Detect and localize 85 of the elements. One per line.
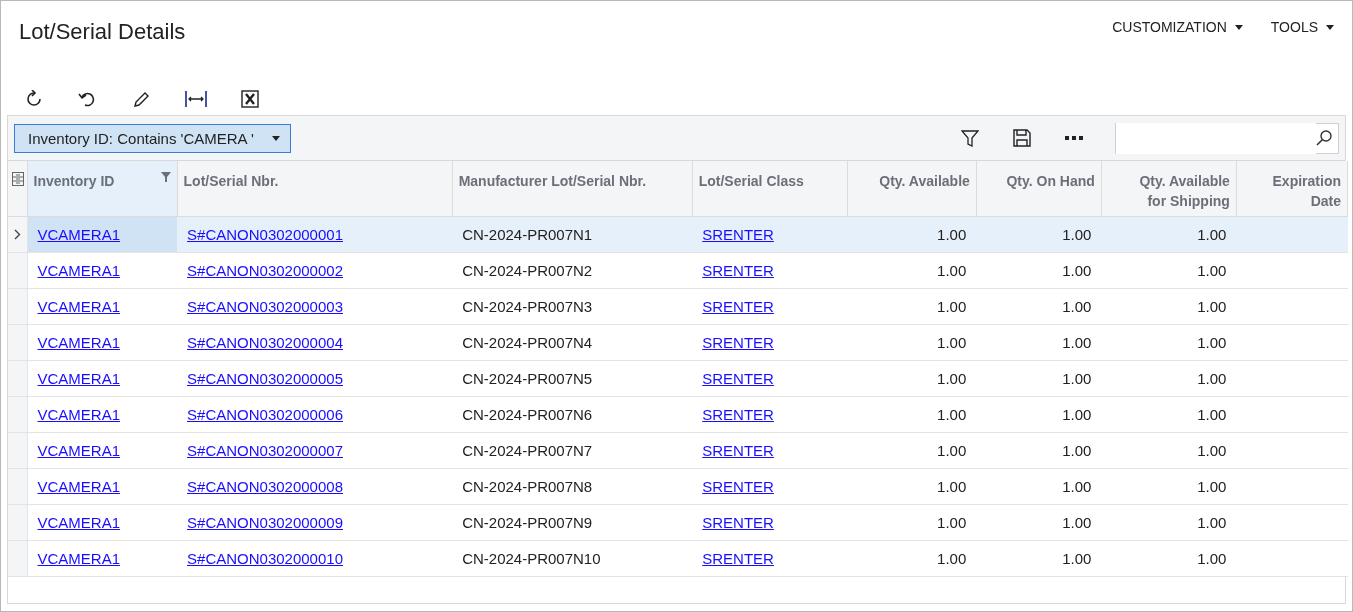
table-link[interactable]: VCAMERA1 (37, 333, 121, 351)
table-link[interactable]: SRENTER (702, 441, 774, 459)
table-link[interactable]: S#CANON0302000006 (187, 405, 343, 423)
caret-icon (1326, 24, 1334, 30)
column-header[interactable]: Lot/Serial Nbr. (183, 171, 279, 191)
table-cell: 1.00 (1101, 288, 1237, 324)
table-cell: 1.00 (1101, 360, 1237, 396)
table-link[interactable]: VCAMERA1 (37, 369, 121, 387)
table-link[interactable]: SRENTER (702, 261, 774, 279)
table-cell: 1.00 (976, 540, 1102, 576)
filter-icon[interactable] (961, 129, 979, 147)
table-cell: 1.00 (1101, 432, 1237, 468)
table-cell: 1.00 (976, 468, 1102, 504)
table-cell: CN-2024-PR007N6 (452, 396, 693, 432)
excel-export-icon[interactable] (239, 88, 261, 110)
table-cell: 1.00 (847, 540, 977, 576)
table-cell: 1.00 (847, 324, 977, 360)
table-cell: 1.00 (1101, 540, 1237, 576)
table-link[interactable]: VCAMERA1 (37, 405, 121, 423)
table-cell: CN-2024-PR007N3 (452, 288, 693, 324)
search-icon (1316, 130, 1332, 146)
table-link[interactable]: SRENTER (702, 477, 774, 495)
table-link[interactable]: S#CANON0302000002 (187, 261, 343, 279)
table-link[interactable]: S#CANON0302000008 (187, 477, 343, 495)
table-link[interactable]: SRENTER (702, 513, 774, 531)
table-link[interactable]: SRENTER (702, 405, 774, 423)
table-cell: 1.00 (976, 324, 1102, 360)
table-cell: 1.00 (976, 396, 1102, 432)
table-cell: CN-2024-PR007N2 (452, 252, 693, 288)
table-link[interactable]: VCAMERA1 (37, 261, 121, 279)
table-cell: 1.00 (1101, 504, 1237, 540)
menu-button[interactable]: TOOLS (1270, 19, 1334, 35)
column-header[interactable]: Inventory ID (33, 171, 115, 191)
caret-icon (1234, 24, 1243, 30)
table-cell: 1.00 (847, 432, 977, 468)
table-cell: CN-2024-PR007N7 (452, 432, 693, 468)
table-cell: CN-2024-PR007N8 (452, 468, 693, 504)
table-cell: 1.00 (847, 288, 977, 324)
table-link[interactable]: VCAMERA1 (37, 297, 121, 315)
filter-chip[interactable]: Inventory ID: Contains 'CAMERA ' (14, 123, 291, 153)
table-cell: 1.00 (976, 288, 1102, 324)
table-link[interactable]: VCAMERA1 (37, 549, 121, 567)
table-cell: CN-2024-PR007N5 (452, 360, 693, 396)
table-cell: 1.00 (976, 504, 1102, 540)
table-link[interactable]: S#CANON0302000010 (187, 549, 343, 567)
table-link[interactable]: S#CANON0302000009 (187, 513, 343, 531)
search-field[interactable] (1115, 122, 1339, 154)
table-cell: 1.00 (1101, 396, 1237, 432)
table-link[interactable]: SRENTER (702, 333, 774, 351)
table-cell: 1.00 (847, 504, 977, 540)
table-link[interactable]: SRENTER (702, 549, 774, 567)
table-cell: 1.00 (847, 360, 977, 396)
table-cell: 1.00 (1101, 252, 1237, 288)
table-cell: 1.00 (976, 360, 1102, 396)
table-link[interactable]: S#CANON0302000005 (187, 369, 343, 387)
table-cell: CN-2024-PR007N1 (452, 216, 693, 252)
table-link[interactable]: VCAMERA1 (37, 513, 121, 531)
table-cell: 1.00 (1101, 324, 1237, 360)
table-link[interactable]: VCAMERA1 (37, 477, 121, 495)
table-link[interactable]: S#CANON0302000003 (187, 297, 343, 315)
table-cell: CN-2024-PR007N9 (452, 504, 693, 540)
table-link[interactable]: VCAMERA1 (37, 441, 121, 459)
caret-icon (271, 135, 280, 141)
table-link[interactable]: S#CANON0302000007 (187, 441, 343, 459)
table-cell: 1.00 (847, 468, 977, 504)
table-cell: 1.00 (976, 216, 1102, 252)
table-link[interactable]: S#CANON0302000004 (187, 333, 343, 351)
save-icon[interactable] (1013, 129, 1031, 147)
fit-width-icon[interactable] (185, 88, 207, 110)
table-cell: 1.00 (847, 252, 977, 288)
table-cell: CN-2024-PR007N4 (452, 324, 693, 360)
table-cell: 1.00 (976, 252, 1102, 288)
table-cell: 1.00 (976, 432, 1102, 468)
table-link[interactable]: SRENTER (702, 369, 774, 387)
table-cell: CN-2024-PR007N10 (452, 540, 693, 576)
table-cell: 1.00 (1101, 468, 1237, 504)
page-title: Lot/Serial Details (19, 19, 186, 45)
table-cell: 1.00 (847, 396, 977, 432)
chevron-icon (13, 228, 21, 240)
menu-button[interactable]: CUSTOMIZATION (1112, 19, 1243, 35)
more-icon[interactable] (1065, 136, 1083, 140)
table-link[interactable]: SRENTER (702, 297, 774, 315)
table-cell: 1.00 (1101, 216, 1237, 252)
table-cell: 1.00 (847, 216, 977, 252)
column-settings-icon[interactable] (12, 172, 25, 186)
